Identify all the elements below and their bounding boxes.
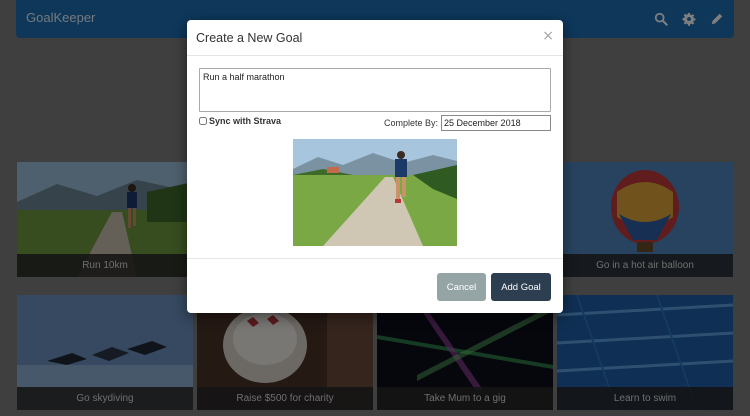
modal-title: Create a New Goal: [196, 31, 303, 45]
cancel-button[interactable]: Cancel: [437, 273, 486, 301]
modal-footer: Cancel Add Goal: [187, 258, 563, 313]
add-goal-button[interactable]: Add Goal: [491, 273, 551, 301]
goal-preview-image: [293, 139, 457, 246]
modal-header: Create a New Goal ×: [187, 20, 563, 56]
sync-strava-label: Sync with Strava: [209, 116, 282, 126]
complete-by-row: Complete By:: [384, 115, 552, 131]
create-goal-modal: Create a New Goal × Sync with Strava Com…: [187, 20, 563, 313]
complete-by-date-input[interactable]: [441, 115, 552, 131]
close-icon[interactable]: ×: [542, 28, 554, 44]
sync-strava-option[interactable]: Sync with Strava: [199, 116, 281, 126]
complete-by-label: Complete By:: [384, 118, 439, 128]
goal-description-input[interactable]: [199, 68, 551, 112]
sync-strava-checkbox[interactable]: [199, 117, 207, 125]
